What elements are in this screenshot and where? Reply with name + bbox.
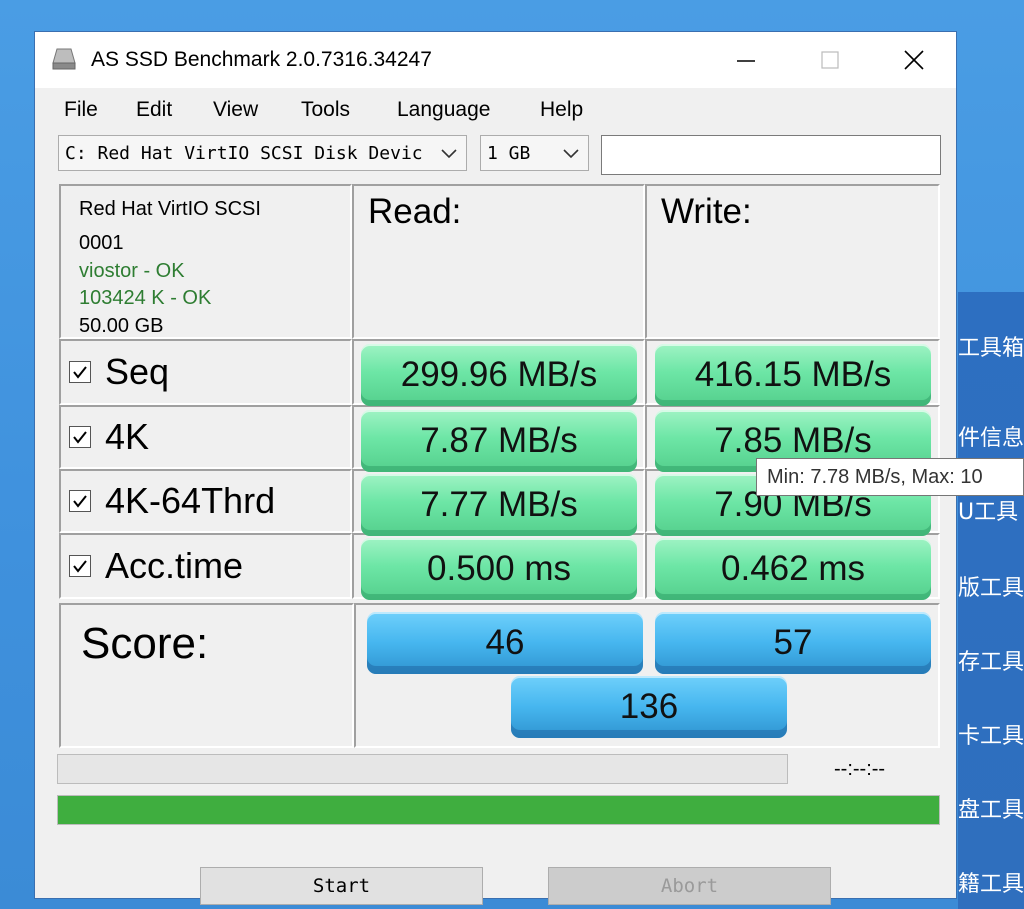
disk-icon bbox=[52, 48, 76, 70]
close-button[interactable] bbox=[879, 32, 949, 88]
score-label-cell: Score: bbox=[59, 603, 354, 748]
background-window-panel: 工具箱 件信息 U工具 版工具 存工具 卡工具 盘工具 籍工具 bbox=[958, 292, 1024, 909]
menu-edit[interactable]: Edit bbox=[136, 98, 172, 122]
bg-item: 件信息 bbox=[958, 426, 1024, 451]
overall-progress-bar bbox=[57, 795, 940, 825]
total-score: 136 bbox=[511, 676, 787, 738]
acctime-checkbox[interactable] bbox=[69, 555, 91, 577]
seq-write-value: 416.15 MB/s bbox=[655, 344, 931, 406]
bg-item: 版工具 bbox=[958, 576, 1024, 601]
title-bar[interactable]: AS SSD Benchmark 2.0.7316.34247 bbox=[35, 32, 956, 88]
menu-help[interactable]: Help bbox=[540, 98, 583, 122]
minimize-icon bbox=[737, 60, 755, 62]
chevron-down-icon bbox=[441, 149, 457, 159]
acctime-read-value: 0.500 ms bbox=[361, 538, 637, 600]
maximize-icon bbox=[821, 51, 839, 69]
menu-bar: File Edit View Tools Language Help bbox=[35, 88, 956, 128]
device-info-panel: Red Hat VirtIO SCSI 0001 viostor - OK 10… bbox=[59, 184, 352, 339]
read-score: 46 bbox=[367, 612, 643, 674]
checkmark-icon bbox=[73, 560, 87, 573]
device-id: 0001 bbox=[79, 232, 124, 254]
checkmark-icon bbox=[73, 366, 87, 379]
bg-item: 工具箱 bbox=[958, 336, 1024, 361]
row-label: 4K bbox=[105, 416, 150, 457]
tooltip: Min: 7.78 MB/s, Max: 10 bbox=[756, 458, 1024, 496]
acctime-row-label[interactable]: Acc.time bbox=[63, 537, 243, 595]
overall-progress-fill bbox=[58, 796, 939, 824]
test-name-input[interactable] bbox=[601, 135, 941, 175]
start-button[interactable]: Start bbox=[200, 867, 483, 905]
4k64-row-label[interactable]: 4K-64Thrd bbox=[63, 472, 275, 530]
row-label: Seq bbox=[105, 351, 170, 392]
maximize-button[interactable] bbox=[795, 32, 865, 88]
read-header-cell: Read: bbox=[352, 184, 645, 339]
menu-file[interactable]: File bbox=[64, 98, 98, 122]
bg-item: 存工具 bbox=[958, 650, 1024, 675]
drive-select[interactable]: C: Red Hat VirtIO SCSI Disk Devic bbox=[58, 135, 467, 171]
minimize-button[interactable] bbox=[711, 32, 781, 88]
checkmark-icon bbox=[73, 495, 87, 508]
4k-read-value: 7.87 MB/s bbox=[361, 410, 637, 472]
driver-status: viostor - OK bbox=[79, 260, 185, 282]
4k64-read-value: 7.77 MB/s bbox=[361, 474, 637, 536]
row-label: Acc.time bbox=[105, 545, 244, 586]
alignment-status: 103424 K - OK bbox=[79, 287, 212, 309]
drive-select-value: C: Red Hat VirtIO SCSI Disk Devic bbox=[65, 143, 423, 164]
menu-tools[interactable]: Tools bbox=[301, 98, 350, 122]
write-header: Write: bbox=[661, 192, 752, 231]
size-select[interactable]: 1 GB bbox=[480, 135, 589, 171]
bg-item: 卡工具 bbox=[958, 724, 1024, 749]
menu-view[interactable]: View bbox=[213, 98, 258, 122]
size-select-value: 1 GB bbox=[487, 143, 531, 164]
row-label: 4K-64Thrd bbox=[105, 480, 276, 521]
4k-checkbox[interactable] bbox=[69, 426, 91, 448]
close-icon bbox=[904, 50, 924, 70]
seq-row-label[interactable]: Seq bbox=[63, 343, 169, 401]
4k-row-label[interactable]: 4K bbox=[63, 408, 149, 466]
write-header-cell: Write: bbox=[645, 184, 940, 339]
read-header: Read: bbox=[368, 192, 462, 231]
menu-language[interactable]: Language bbox=[397, 98, 490, 122]
bg-item: U工具 bbox=[958, 500, 1019, 525]
test-progress-bar bbox=[57, 754, 788, 784]
bg-item: 籍工具 bbox=[958, 872, 1024, 897]
bg-item: 盘工具 bbox=[958, 798, 1024, 823]
seq-read-value: 299.96 MB/s bbox=[361, 344, 637, 406]
device-name: Red Hat VirtIO SCSI bbox=[79, 198, 261, 220]
acctime-write-value: 0.462 ms bbox=[655, 538, 931, 600]
chevron-down-icon bbox=[563, 149, 579, 159]
elapsed-time: --:--:-- bbox=[834, 758, 886, 780]
window-title: AS SSD Benchmark 2.0.7316.34247 bbox=[91, 48, 432, 71]
checkmark-icon bbox=[73, 431, 87, 444]
abort-button[interactable]: Abort bbox=[548, 867, 831, 905]
4k64-checkbox[interactable] bbox=[69, 490, 91, 512]
device-capacity: 50.00 GB bbox=[79, 315, 164, 337]
write-score: 57 bbox=[655, 612, 931, 674]
seq-checkbox[interactable] bbox=[69, 361, 91, 383]
score-label: Score: bbox=[81, 619, 209, 668]
